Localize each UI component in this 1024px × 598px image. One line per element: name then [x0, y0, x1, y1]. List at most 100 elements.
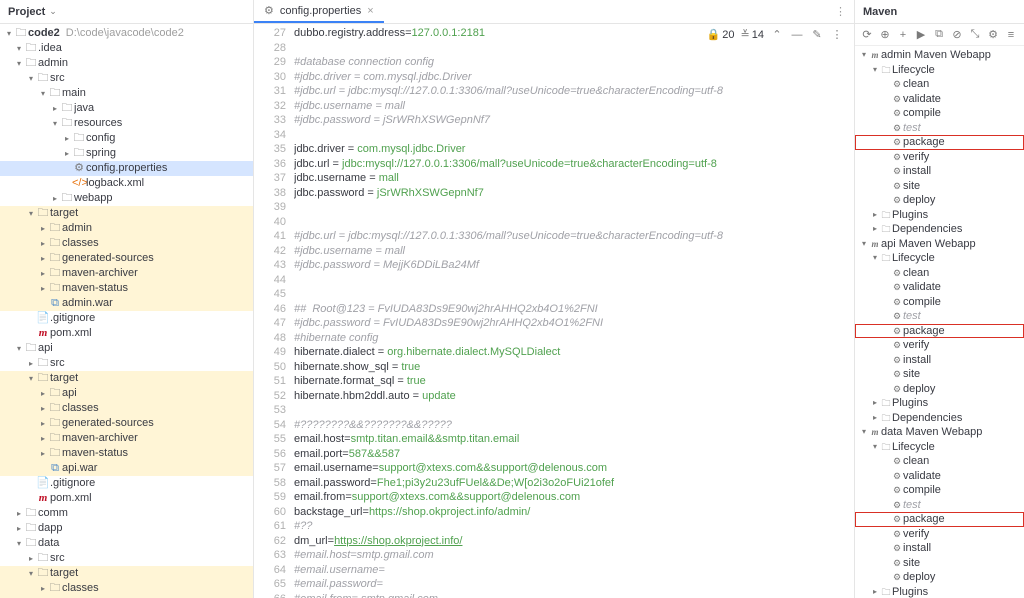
- editor-code[interactable]: dubbo.registry.address=127.0.0.1:2181 #d…: [294, 24, 854, 598]
- maven-phase-site[interactable]: ⚙site: [855, 556, 1024, 571]
- maven-tool-window: Maven ⟳ ⊕ + ▶ ⧉ ⊘ ⤡ ⚙ ≡ ▾madmin Maven We…: [854, 0, 1024, 598]
- maven-phase-compile[interactable]: ⚙compile: [855, 295, 1024, 310]
- maven-module[interactable]: ▾mapi Maven Webapp: [855, 237, 1024, 252]
- tree-row-classes[interactable]: ▸🗀classes: [0, 401, 253, 416]
- tree-row-api[interactable]: ▾🗀api: [0, 341, 253, 356]
- settings-icon[interactable]: ⚙: [987, 28, 999, 41]
- tree-row--gitignore[interactable]: 📄.gitignore: [0, 476, 253, 491]
- chevron-down-icon[interactable]: ⌄: [49, 6, 57, 17]
- maven-lifecycle[interactable]: ▾🗀Lifecycle: [855, 63, 1024, 78]
- maven-module[interactable]: ▾madmin Maven Webapp: [855, 48, 1024, 63]
- maven-phase-package[interactable]: ⚙package: [855, 512, 1024, 527]
- tree-row-admin[interactable]: ▸🗀admin: [0, 221, 253, 236]
- tree-row-logback-xml[interactable]: </>logback.xml: [0, 176, 253, 191]
- tree-row-main[interactable]: ▾🗀main: [0, 86, 253, 101]
- maven-phase-package[interactable]: ⚙package: [855, 324, 1024, 339]
- tree-row-api-war[interactable]: ⧉api.war: [0, 461, 253, 476]
- more-tools-icon[interactable]: ≡: [1005, 29, 1017, 41]
- maven-phase-verify[interactable]: ⚙verify: [855, 150, 1024, 165]
- maven-plugins[interactable]: ▸🗀Plugins: [855, 208, 1024, 223]
- tree-row-maven-status[interactable]: ▸🗀maven-status: [0, 446, 253, 461]
- stop-icon[interactable]: ⊘: [951, 28, 963, 41]
- gear-icon: ⚙: [264, 4, 274, 17]
- generate-icon[interactable]: ⊕: [879, 28, 891, 41]
- maven-phase-verify[interactable]: ⚙verify: [855, 527, 1024, 542]
- maven-phase-compile[interactable]: ⚙compile: [855, 106, 1024, 121]
- tree-row-config[interactable]: ▸🗀config: [0, 131, 253, 146]
- maven-phase-validate[interactable]: ⚙validate: [855, 92, 1024, 107]
- maven-phase-package[interactable]: ⚙package: [855, 135, 1024, 150]
- tree-row-classes[interactable]: ▸🗀classes: [0, 581, 253, 596]
- tree-row--idea[interactable]: ▾🗀.idea: [0, 41, 253, 56]
- editor-body[interactable]: 🔒20 ≚14 ⌃ ― ✎ ⋮ 272829303132333435363738…: [254, 24, 854, 598]
- maven-phase-test[interactable]: ⚙test: [855, 498, 1024, 513]
- tree-row-target[interactable]: ▾🗀target: [0, 371, 253, 386]
- project-tool-window: Project ⌄ ▾🗀code2D:\code\javacode\code2▾…: [0, 0, 254, 598]
- tree-row-generated-sources[interactable]: ▸🗀generated-sources: [0, 416, 253, 431]
- tree-row-data[interactable]: ▾🗀data: [0, 536, 253, 551]
- tree-row-comm[interactable]: ▸🗀comm: [0, 506, 253, 521]
- pencil-icon[interactable]: ✎: [810, 28, 824, 41]
- maven-phase-deploy[interactable]: ⚙deploy: [855, 193, 1024, 208]
- tree-row-src[interactable]: ▸🗀src: [0, 551, 253, 566]
- tree-row-target[interactable]: ▾🗀target: [0, 566, 253, 581]
- maven-phase-install[interactable]: ⚙install: [855, 164, 1024, 179]
- maven-lifecycle[interactable]: ▾🗀Lifecycle: [855, 251, 1024, 266]
- tree-row-config-properties[interactable]: ⚙config.properties: [0, 161, 253, 176]
- add-icon[interactable]: +: [897, 29, 909, 41]
- tree-root[interactable]: ▾🗀code2D:\code\javacode\code2: [0, 26, 253, 41]
- tree-row-admin[interactable]: ▾🗀admin: [0, 56, 253, 71]
- maven-phase-verify[interactable]: ⚙verify: [855, 338, 1024, 353]
- maven-plugins[interactable]: ▸🗀Plugins: [855, 585, 1024, 598]
- maven-lifecycle[interactable]: ▾🗀Lifecycle: [855, 440, 1024, 455]
- tree-row-src[interactable]: ▸🗀src: [0, 356, 253, 371]
- maven-phase-test[interactable]: ⚙test: [855, 121, 1024, 136]
- maven-module[interactable]: ▾mdata Maven Webapp: [855, 425, 1024, 440]
- tree-row-dapp[interactable]: ▸🗀dapp: [0, 521, 253, 536]
- maven-phase-validate[interactable]: ⚙validate: [855, 280, 1024, 295]
- execute-icon[interactable]: ⧉: [933, 28, 945, 41]
- tree-row-src[interactable]: ▾🗀src: [0, 71, 253, 86]
- project-tree[interactable]: ▾🗀code2D:\code\javacode\code2▾🗀.idea▾🗀ad…: [0, 24, 253, 598]
- maven-phase-site[interactable]: ⚙site: [855, 179, 1024, 194]
- caret-up-down-icon[interactable]: ⌃: [770, 28, 784, 41]
- tree-row-pom-xml[interactable]: mpom.xml: [0, 326, 253, 341]
- maven-phase-deploy[interactable]: ⚙deploy: [855, 570, 1024, 585]
- tree-row-spring[interactable]: ▸🗀spring: [0, 146, 253, 161]
- tree-row-maven-status[interactable]: ▸🗀maven-status: [0, 281, 253, 296]
- editor-tab-config[interactable]: ⚙ config.properties ×: [254, 0, 384, 23]
- maven-tree[interactable]: ▾madmin Maven Webapp▾🗀Lifecycle⚙clean⚙va…: [855, 46, 1024, 598]
- maven-phase-install[interactable]: ⚙install: [855, 541, 1024, 556]
- close-icon[interactable]: ×: [367, 5, 373, 17]
- tree-row-resources[interactable]: ▾🗀resources: [0, 116, 253, 131]
- more-icon[interactable]: ⋮: [830, 28, 844, 41]
- maven-phase-compile[interactable]: ⚙compile: [855, 483, 1024, 498]
- tab-menu-icon[interactable]: ⋮: [827, 5, 854, 18]
- tree-row-admin-war[interactable]: ⧉admin.war: [0, 296, 253, 311]
- maven-phase-validate[interactable]: ⚙validate: [855, 469, 1024, 484]
- tree-row-target[interactable]: ▾🗀target: [0, 206, 253, 221]
- maven-phase-site[interactable]: ⚙site: [855, 367, 1024, 382]
- run-icon[interactable]: ▶: [915, 28, 927, 41]
- maven-dependencies[interactable]: ▸🗀Dependencies: [855, 411, 1024, 426]
- maven-phase-clean[interactable]: ⚙clean: [855, 454, 1024, 469]
- tree-row-api[interactable]: ▸🗀api: [0, 386, 253, 401]
- tree-row-maven-archiver[interactable]: ▸🗀maven-archiver: [0, 266, 253, 281]
- tree-row-classes[interactable]: ▸🗀classes: [0, 236, 253, 251]
- maven-phase-test[interactable]: ⚙test: [855, 309, 1024, 324]
- maven-plugins[interactable]: ▸🗀Plugins: [855, 396, 1024, 411]
- line-icon[interactable]: ―: [790, 29, 804, 41]
- maven-phase-deploy[interactable]: ⚙deploy: [855, 382, 1024, 397]
- maven-phase-clean[interactable]: ⚙clean: [855, 266, 1024, 281]
- tree-row-java[interactable]: ▸🗀java: [0, 101, 253, 116]
- tree-row-maven-archiver[interactable]: ▸🗀maven-archiver: [0, 431, 253, 446]
- tree-row-pom-xml[interactable]: mpom.xml: [0, 491, 253, 506]
- maven-phase-clean[interactable]: ⚙clean: [855, 77, 1024, 92]
- maven-phase-install[interactable]: ⚙install: [855, 353, 1024, 368]
- refresh-icon[interactable]: ⟳: [861, 28, 873, 41]
- maven-dependencies[interactable]: ▸🗀Dependencies: [855, 222, 1024, 237]
- tree-row--gitignore[interactable]: 📄.gitignore: [0, 311, 253, 326]
- tree-row-webapp[interactable]: ▸🗀webapp: [0, 191, 253, 206]
- tree-row-generated-sources[interactable]: ▸🗀generated-sources: [0, 251, 253, 266]
- collapse-icon[interactable]: ⤡: [969, 28, 981, 41]
